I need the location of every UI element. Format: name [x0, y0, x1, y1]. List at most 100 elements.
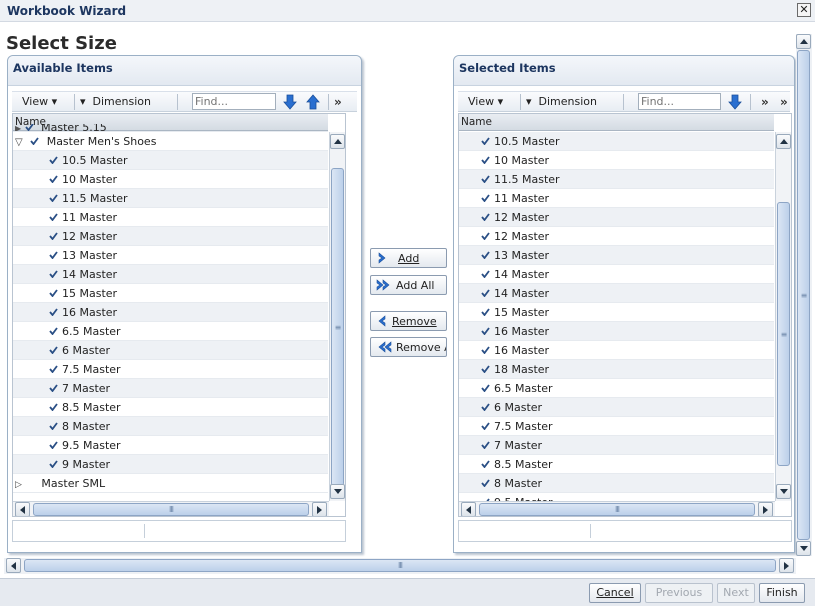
list-item[interactable]: 11.5 Master — [459, 170, 774, 189]
toolbar-overflow-icon[interactable]: » — [780, 95, 788, 109]
scrollbar-thumb[interactable]: ≡ — [777, 202, 790, 466]
page-vertical-scrollbar[interactable]: ≡ — [796, 34, 812, 556]
list-item[interactable]: 7 Master — [13, 379, 328, 398]
list-item[interactable]: 8 Master — [459, 474, 774, 493]
list-item[interactable]: 13 Master — [13, 246, 328, 265]
remove-all-button[interactable]: Remove A — [370, 337, 447, 357]
list-item[interactable]: 9.5 Master — [459, 493, 774, 501]
scroll-down-icon[interactable] — [796, 541, 811, 556]
list-item-label: 16 Master — [494, 325, 550, 338]
page-horizontal-scrollbar[interactable]: III — [4, 558, 796, 574]
scroll-down-icon[interactable] — [330, 484, 345, 499]
list-item[interactable]: 10 Master — [459, 151, 774, 170]
list-item-label: 16 Master — [62, 306, 118, 319]
add-all-button[interactable]: Add All — [370, 275, 447, 295]
check-icon — [49, 403, 58, 411]
check-icon — [481, 232, 490, 240]
dimension-menu[interactable]: ▾ Dimension — [80, 95, 151, 108]
scroll-left-icon[interactable] — [461, 502, 476, 516]
list-item[interactable]: 8 Master — [13, 417, 328, 436]
list-item[interactable]: 11 Master — [459, 189, 774, 208]
remove-button[interactable]: Remove — [370, 311, 447, 331]
list-item[interactable]: 6 Master — [459, 398, 774, 417]
list-item[interactable]: 12 Master — [459, 227, 774, 246]
list-item[interactable]: 8.5 Master — [13, 398, 328, 417]
list-item[interactable]: 16 Master — [13, 303, 328, 322]
close-icon[interactable]: ✕ — [797, 3, 811, 17]
next-button[interactable]: Next — [717, 583, 755, 603]
scroll-right-icon[interactable] — [758, 502, 773, 516]
scroll-up-icon[interactable] — [330, 134, 345, 149]
list-item[interactable]: 7 Master — [459, 436, 774, 455]
scroll-up-icon[interactable] — [776, 134, 791, 149]
list-item[interactable]: 15 Master — [13, 284, 328, 303]
selected-vertical-scrollbar[interactable]: ≡ — [775, 132, 791, 501]
scroll-left-icon[interactable] — [6, 558, 21, 573]
scrollbar-thumb[interactable]: III — [24, 559, 776, 572]
list-item[interactable]: 10.5 Master — [459, 132, 774, 151]
list-item[interactable]: 7.5 Master — [459, 417, 774, 436]
list-item-parent[interactable]: ▽ Master Men's Shoes — [13, 132, 328, 151]
check-icon — [481, 441, 490, 449]
dimension-menu[interactable]: ▾ Dimension — [526, 95, 597, 108]
list-item[interactable]: 6.5 Master — [459, 379, 774, 398]
list-item[interactable]: 12 Master — [13, 227, 328, 246]
view-menu[interactable]: View ▾ — [22, 95, 57, 108]
scroll-down-icon[interactable] — [776, 484, 791, 499]
find-next-down-icon[interactable] — [726, 92, 744, 111]
list-item[interactable]: 11.5 Master — [13, 189, 328, 208]
list-item[interactable]: 9.5 Master — [13, 436, 328, 455]
find-input[interactable] — [638, 93, 721, 110]
view-menu[interactable]: View ▾ — [468, 95, 503, 108]
list-item[interactable]: 18 Master — [459, 360, 774, 379]
list-item[interactable]: 16 Master — [459, 322, 774, 341]
available-horizontal-scrollbar[interactable]: III — [13, 501, 329, 516]
wizard-footer: Cancel Previous Next Finish — [0, 578, 815, 606]
list-item[interactable]: 12 Master — [459, 208, 774, 227]
available-vertical-scrollbar[interactable]: ≡ — [329, 132, 345, 501]
list-item[interactable]: 14 Master — [13, 265, 328, 284]
toolbar-overflow-icon[interactable]: » — [761, 95, 769, 109]
list-item[interactable]: 14 Master — [459, 265, 774, 284]
scrollbar-thumb[interactable]: III — [479, 503, 755, 516]
list-item[interactable]: 10.5 Master — [13, 151, 328, 170]
check-icon — [481, 308, 490, 316]
list-item[interactable]: 6.5 Master — [13, 322, 328, 341]
list-item[interactable]: 16 Master — [459, 341, 774, 360]
toolbar-overflow-icon[interactable]: » — [334, 95, 342, 109]
scroll-right-icon[interactable] — [779, 558, 794, 573]
list-item-label: 12 Master — [62, 230, 118, 243]
finish-button[interactable]: Finish — [759, 583, 805, 603]
list-item[interactable]: 10 Master — [13, 170, 328, 189]
list-item[interactable]: 6 Master — [13, 341, 328, 360]
scroll-left-icon[interactable] — [15, 502, 30, 516]
chevron-down-icon: ▾ — [526, 95, 532, 108]
find-previous-up-icon[interactable] — [304, 92, 322, 111]
cancel-button[interactable]: Cancel — [589, 583, 641, 603]
scrollbar-thumb[interactable]: III — [33, 503, 309, 516]
chevron-down-icon: ▾ — [51, 95, 58, 108]
list-item-collapsed[interactable]: ▷ Master SML — [13, 474, 328, 493]
scroll-up-icon[interactable] — [796, 34, 811, 49]
list-item[interactable]: 9 Master — [13, 455, 328, 474]
find-input[interactable] — [192, 93, 276, 110]
name-column-header[interactable]: Name — [459, 114, 774, 131]
chevron-left-icon — [378, 315, 386, 327]
list-item[interactable]: 7.5 Master — [13, 360, 328, 379]
list-item[interactable]: 14 Master — [459, 284, 774, 303]
list-item-label: 9 Master — [62, 458, 111, 471]
list-item[interactable]: 8.5 Master — [459, 455, 774, 474]
scrollbar-thumb[interactable]: ≡ — [331, 168, 344, 486]
find-next-down-icon[interactable] — [281, 92, 299, 111]
list-item[interactable]: ▶ Master 5.15 — [13, 124, 328, 132]
list-item[interactable]: 11 Master — [13, 208, 328, 227]
expanded-arrow-icon[interactable]: ▽ — [15, 137, 23, 148]
scrollbar-thumb[interactable]: ≡ — [797, 50, 810, 540]
scroll-right-icon[interactable] — [312, 502, 327, 516]
selected-horizontal-scrollbar[interactable]: III — [459, 501, 775, 516]
previous-button[interactable]: Previous — [645, 583, 713, 603]
collapsed-arrow-icon[interactable]: ▷ — [15, 480, 22, 490]
add-button[interactable]: Add — [370, 248, 447, 268]
list-item[interactable]: 15 Master — [459, 303, 774, 322]
list-item[interactable]: 13 Master — [459, 246, 774, 265]
